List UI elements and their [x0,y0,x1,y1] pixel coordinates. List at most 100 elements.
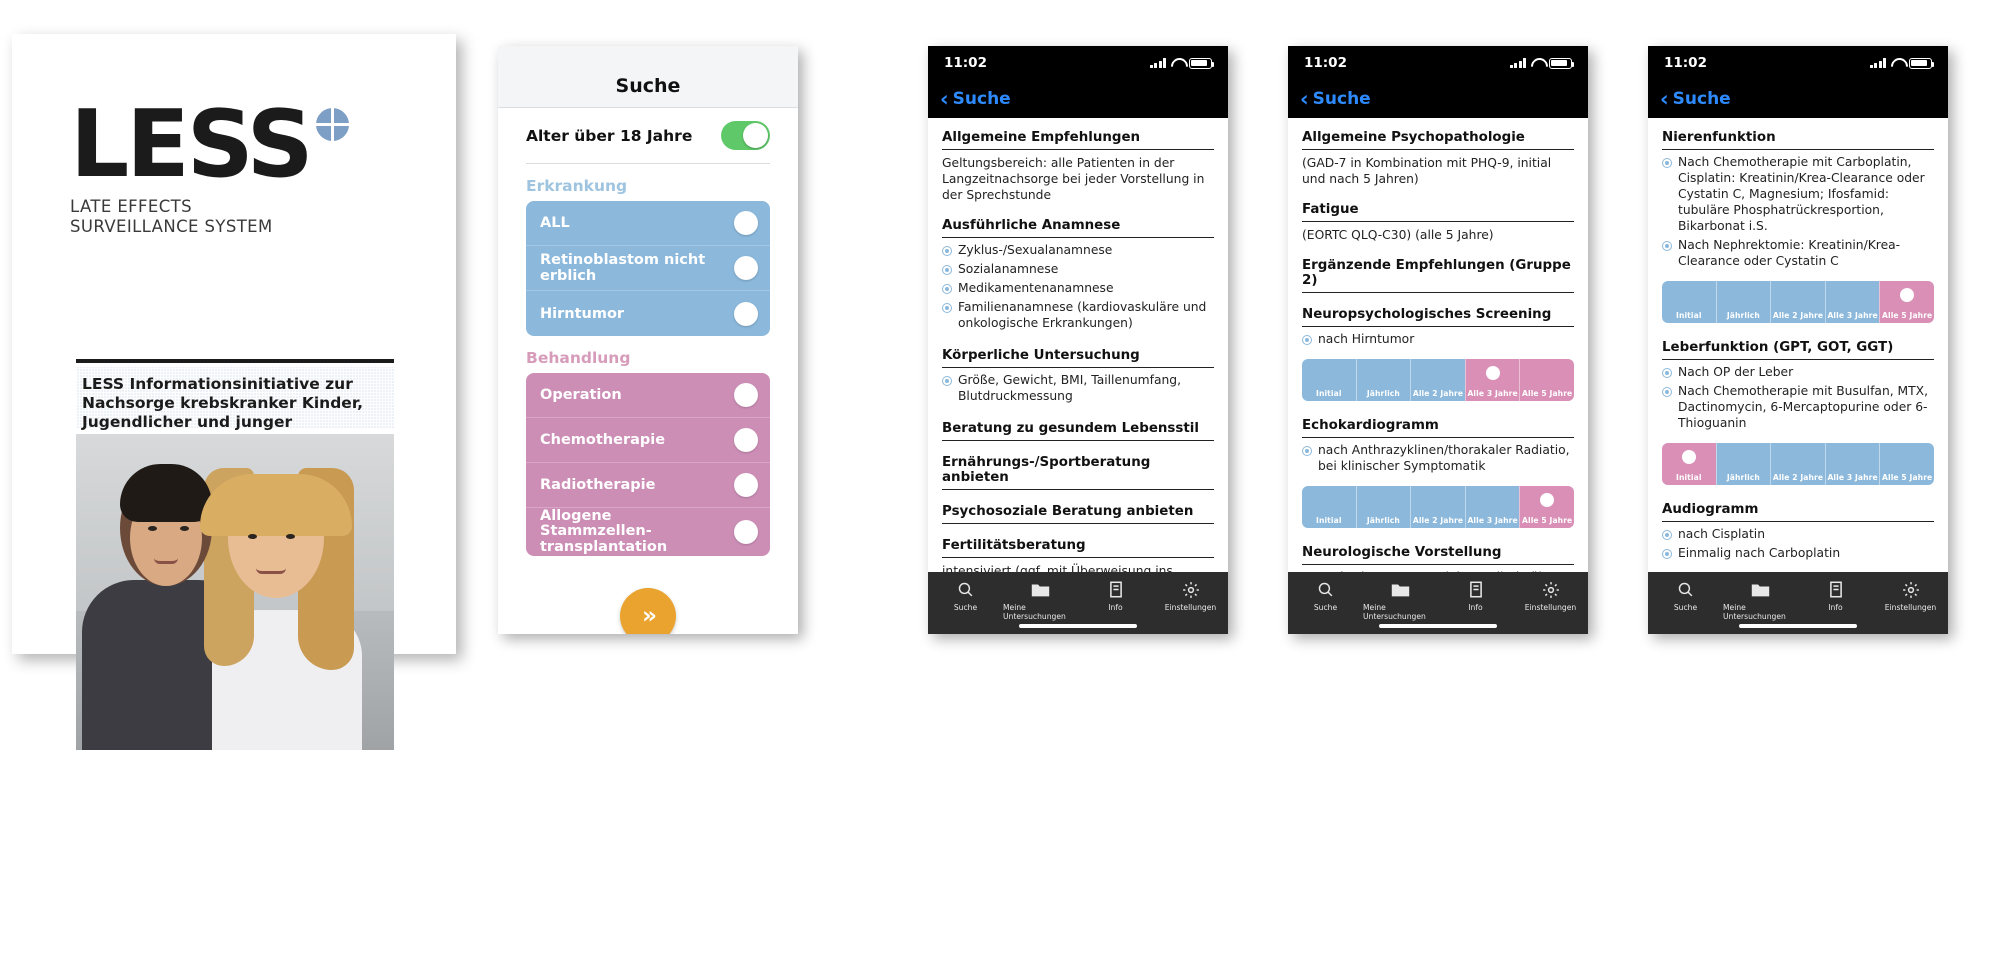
option-toggle[interactable] [734,211,758,235]
option-row[interactable]: Retinoblastom nicht erblich [526,246,770,291]
list-item: Nach Chemotherapie mit Carboplatin, Cisp… [1662,155,1934,238]
back-button[interactable]: Suche [953,89,1011,109]
timeline-cell-active[interactable]: Alle 3 Jahre [1464,358,1520,401]
poster-logo: LESS LATE EFFECTS SURVEILLANCE SYSTEM [70,98,349,238]
content-list[interactable]: Allgemeine Psychopathologie (GAD-7 in Ko… [1288,118,1588,572]
timeline-cell[interactable]: Initial [1302,358,1356,401]
list-item: Familienanamnese (kardiovaskuläre und on… [942,300,1214,335]
list-item: Medikamentenanamnese [942,281,1214,300]
content-list[interactable]: Nierenfunktion Nach Chemotherapie mit Ca… [1648,118,1948,572]
timeline-cell[interactable]: Alle 2 Jahre [1770,442,1825,485]
age-filter-row[interactable]: Alter über 18 Jahre [526,108,770,164]
timeline-label: Jährlich [1366,388,1400,398]
logo-subtitle-line2: SURVEILLANCE SYSTEM [70,217,273,237]
option-row[interactable]: Hirntumor [526,291,770,336]
timeline-label: Alle 2 Jahre [1772,310,1824,320]
timeline-cell-active[interactable]: Alle 5 Jahre [1519,485,1574,528]
option-row[interactable]: ALL [526,201,770,246]
timeline-marker-dot [1540,492,1555,507]
timeline-cell[interactable]: Alle 2 Jahre [1410,358,1465,401]
option-label: Hirntumor [540,305,625,322]
tab-einstellungen[interactable]: Einstellungen [1873,579,1948,612]
chevron-left-icon[interactable]: ‹ [1300,88,1309,110]
timeline-cell[interactable]: Jährlich [1355,358,1411,401]
option-label: Radiotherapie [540,477,656,493]
timeline-cell[interactable]: Alle 5 Jahre [1879,442,1934,485]
frequency-timeline[interactable]: Initial Jährlich Alle 2 Jahre Alle 3 Jah… [1662,280,1934,323]
option-toggle[interactable] [734,520,758,544]
section-heading: Allgemeine Empfehlungen [942,126,1214,150]
status-time: 11:02 [1664,55,1707,71]
wifi-icon [1171,58,1184,68]
timeline-cell[interactable]: Jährlich [1715,280,1771,323]
wifi-icon [1891,58,1904,68]
tab-suche[interactable]: Suche [1288,579,1363,612]
option-toggle[interactable] [734,383,758,407]
section-heading: Fatigue [1302,193,1574,222]
content-list[interactable]: Allgemeine Empfehlungen Geltungsbereich:… [928,118,1228,572]
chevron-left-icon[interactable]: ‹ [1660,88,1669,110]
tab-meine-untersuchungen[interactable]: Meine Untersuchungen [1723,579,1798,621]
option-toggle[interactable] [734,473,758,497]
option-row[interactable]: Operation [526,373,770,418]
list-item: Nach Chemotherapie mit Busulfan, MTX, Da… [1662,384,1934,435]
tab-suche[interactable]: Suche [928,579,1003,612]
timeline-cell[interactable]: Jährlich [1355,485,1411,528]
list-item: nach Anthrazyklinen/thorakaler Radiatio,… [1302,443,1574,478]
list-item: Sozialanamnese [942,262,1214,281]
tab-label: Einstellungen [1884,603,1937,612]
tab-label: Einstellungen [1524,603,1577,612]
tab-meine-untersuchungen[interactable]: Meine Untersuchungen [1363,579,1438,621]
tab-einstellungen[interactable]: Einstellungen [1513,579,1588,612]
tab-einstellungen[interactable]: Einstellungen [1153,579,1228,612]
option-row[interactable]: Allogene Stammzellen-transplantation [526,508,770,556]
age-filter-toggle[interactable] [721,121,770,150]
folder-icon [1391,579,1410,600]
timeline-cell[interactable]: Alle 2 Jahre [1410,485,1465,528]
timeline-label: Alle 3 Jahre [1827,310,1878,320]
timeline-cell[interactable]: Alle 3 Jahre [1824,280,1880,323]
option-toggle[interactable] [734,256,758,280]
tab-info[interactable]: Info [1438,579,1513,612]
tab-meine-untersuchungen[interactable]: Meine Untersuchungen [1003,579,1078,621]
frequency-timeline[interactable]: Initial Jährlich Alle 2 Jahre Alle 3 Jah… [1662,442,1934,485]
timeline-label: Jährlich [1366,515,1400,525]
chevron-left-icon[interactable]: ‹ [940,88,949,110]
option-label: Allogene Stammzellen-transplantation [540,507,668,555]
timeline-label: Initial [1676,310,1702,320]
tab-info[interactable]: Info [1078,579,1153,612]
section-paragraph: (GAD-7 in Kombination mit PHQ-9, initial… [1302,156,1552,186]
frequency-timeline[interactable]: Initial Jährlich Alle 2 Jahre Alle 3 Jah… [1302,358,1574,401]
submit-search-button[interactable]: » [620,588,676,634]
poster-panel: LESS LATE EFFECTS SURVEILLANCE SYSTEM LE… [12,34,456,750]
timeline-cell[interactable]: Alle 2 Jahre [1770,280,1825,323]
section-heading: Ergänzende Empfehlungen (Gruppe 2) [1302,249,1574,293]
tab-label: Suche [953,603,978,612]
timeline-cell[interactable]: Jährlich [1715,442,1771,485]
timeline-cell[interactable]: Alle 5 Jahre [1519,358,1574,401]
option-row[interactable]: Radiotherapie [526,463,770,508]
bullet-list: nach Anthrazyklinen/thorakaler Radiatio,… [1302,443,1574,482]
phone-search-filters: Suche Alter über 18 Jahre Erkrankung ALL… [498,46,798,634]
timeline-cell[interactable]: Alle 3 Jahre [1464,485,1520,528]
poster-caption-line1: LESS Informationsinitiative zur [82,375,353,393]
back-button[interactable]: Suche [1673,89,1731,109]
status-time: 11:02 [944,55,987,71]
section-heading: Ausführliche Anamnese [942,209,1214,238]
timeline-cell[interactable]: Alle 3 Jahre [1824,442,1880,485]
option-toggle[interactable] [734,428,758,452]
timeline-label: Alle 2 Jahre [1772,472,1824,482]
tab-suche[interactable]: Suche [1648,579,1723,612]
treatment-options: Operation Chemotherapie Radiotherapie Al… [526,373,770,556]
timeline-cell[interactable]: Initial [1662,280,1716,323]
frequency-timeline[interactable]: Initial Jährlich Alle 2 Jahre Alle 3 Jah… [1302,485,1574,528]
option-toggle[interactable] [734,301,758,326]
timeline-cell-active[interactable]: Alle 5 Jahre [1879,280,1934,323]
timeline-cell-active[interactable]: Initial [1662,442,1716,485]
tab-info[interactable]: Info [1798,579,1873,612]
folder-icon [1751,579,1770,600]
option-row[interactable]: Chemotherapie [526,418,770,463]
back-button[interactable]: Suche [1313,89,1371,109]
timeline-cell[interactable]: Initial [1302,485,1356,528]
tab-label: Meine Untersuchungen [1363,603,1426,621]
